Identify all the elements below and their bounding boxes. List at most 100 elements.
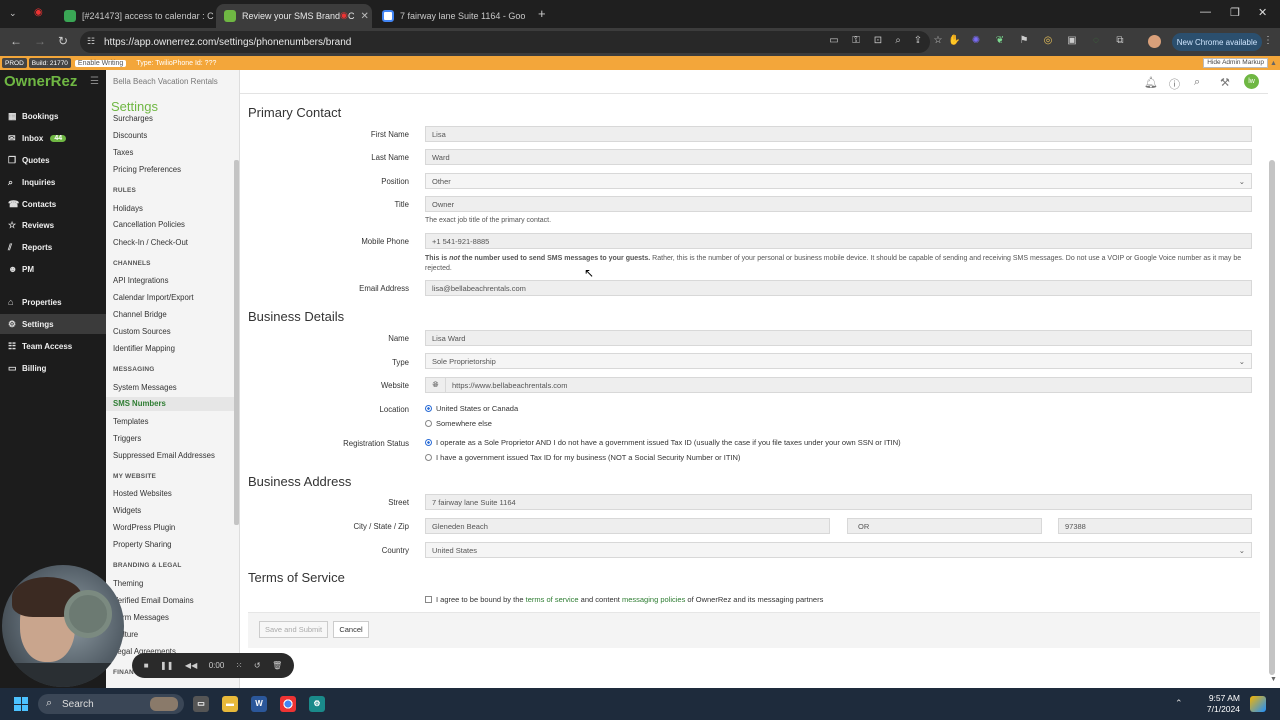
position-select[interactable]: Other ⌄	[425, 173, 1252, 189]
country-select[interactable]: United States ⌄	[425, 542, 1252, 558]
sidebar-scrollbar[interactable]	[234, 160, 239, 525]
tab-search-icon[interactable]: ⌄	[9, 8, 17, 19]
extension-screen-icon[interactable]: ▣	[1066, 35, 1078, 47]
window-close-icon[interactable]: ✕	[1258, 6, 1267, 19]
nav-item-team-access[interactable]: ☷ Team Access	[0, 336, 106, 356]
settings-item-theming[interactable]: Theming	[113, 579, 143, 588]
profile-avatar[interactable]	[1148, 35, 1161, 48]
collapse-menu-icon[interactable]: ☰	[90, 76, 99, 87]
state-field[interactable]: OR	[847, 518, 1042, 534]
nav-item-settings[interactable]: ⚙ Settings	[0, 314, 106, 334]
tray-chevron-icon[interactable]: ⌃	[1175, 698, 1183, 709]
nav-item-billing[interactable]: ▭ Billing	[0, 358, 106, 378]
last-name-field[interactable]: Ward	[425, 149, 1252, 165]
settings-item-property-sharing[interactable]: Property Sharing	[113, 540, 172, 549]
stop-icon[interactable]: ■	[144, 661, 149, 670]
extension-gear-icon[interactable]: ✺	[970, 35, 982, 47]
minimize-icon[interactable]: —	[1200, 6, 1211, 18]
title-field[interactable]: Owner	[425, 196, 1252, 212]
camera-icon[interactable]: ▭	[828, 35, 840, 47]
scroll-up-icon[interactable]: ▲	[1270, 60, 1277, 67]
extension-leaf-icon[interactable]: ❦	[994, 35, 1006, 47]
settings-item-pricing-preferences[interactable]: Pricing Preferences	[113, 165, 181, 174]
enable-writing-button[interactable]: Enable Writing	[74, 59, 127, 67]
nav-item-contacts[interactable]: ☎ Contacts	[0, 194, 106, 214]
reload-icon[interactable]: ↻	[58, 34, 68, 48]
settings-item-identifier-mapping[interactable]: Identifier Mapping	[113, 344, 175, 353]
settings-item-surcharges[interactable]: Surcharges	[113, 114, 153, 123]
tab-helpdesk[interactable]: [#241473] access to calendar : C ✕	[56, 4, 216, 28]
email-field[interactable]: lisa@bellabeachrentals.com	[425, 280, 1252, 296]
settings-item-holidays[interactable]: Holidays	[113, 204, 143, 213]
tos-agree-checkbox[interactable]: I agree to be bound by the terms of serv…	[425, 595, 823, 604]
website-field[interactable]: 🌐︎ https://www.bellabeachrentals.com	[425, 377, 1252, 393]
taskbar-search[interactable]: ⌕ Search	[38, 694, 184, 714]
nav-item-inbox[interactable]: ✉ Inbox 44	[0, 128, 106, 148]
copilot-icon[interactable]	[1250, 696, 1266, 712]
business-name-field[interactable]: Lisa Ward	[425, 330, 1252, 346]
bell-icon[interactable]: 🔔︎	[1144, 76, 1158, 89]
delete-icon[interactable]: 🗑︎	[272, 661, 282, 670]
settings-app-icon[interactable]: ⚙	[309, 696, 325, 712]
scroll-down-icon[interactable]: ▼	[1270, 676, 1277, 683]
settings-item-calendar-import-export[interactable]: Calendar Import/Export	[113, 293, 194, 302]
windows-start-icon[interactable]	[14, 697, 28, 711]
new-tab-icon[interactable]: +	[538, 6, 546, 21]
new-chrome-available-button[interactable]: New Chrome available	[1172, 33, 1262, 51]
street-field[interactable]: 7 fairway lane Suite 1164	[425, 494, 1252, 510]
hide-admin-markup-button[interactable]: Hide Admin Markup	[1203, 58, 1268, 68]
settings-item-api-integrations[interactable]: API Integrations	[113, 276, 168, 285]
settings-item-sms-numbers[interactable]: SMS Numbers	[106, 397, 236, 411]
extension-coin-icon[interactable]: ◎	[1042, 35, 1054, 47]
password-key-icon[interactable]: ⚿	[850, 35, 862, 47]
extensions-puzzle-icon[interactable]: ⧉	[1114, 35, 1126, 47]
word-icon[interactable]: W	[251, 696, 267, 712]
settings-item-check-in-check-out[interactable]: Check-In / Check-Out	[113, 238, 188, 247]
zoom-icon[interactable]: ⌕	[892, 35, 904, 47]
reg-sole-proprietor-radio[interactable]: I operate as a Sole Proprietor AND I do …	[425, 438, 901, 447]
settings-item-widgets[interactable]: Widgets	[113, 506, 141, 515]
forward-icon[interactable]: →	[34, 34, 46, 48]
save-and-submit-button[interactable]: Save and Submit	[259, 621, 328, 638]
task-view-icon[interactable]: ▭	[193, 696, 209, 712]
user-avatar[interactable]: lw	[1244, 74, 1259, 89]
location-elsewhere-radio[interactable]: Somewhere else	[425, 419, 492, 428]
settings-item-system-messages[interactable]: System Messages	[113, 383, 177, 392]
city-field[interactable]: Gleneden Beach	[425, 518, 830, 534]
app-logo[interactable]: OwnerRez	[4, 73, 77, 90]
settings-item-wordpress-plugin[interactable]: WordPress Plugin	[113, 523, 175, 532]
help-icon[interactable]: ⓘ	[1169, 76, 1180, 92]
settings-item-templates[interactable]: Templates	[113, 417, 149, 426]
browser-menu-icon[interactable]: ⋮	[1262, 35, 1274, 47]
settings-item-discounts[interactable]: Discounts	[113, 131, 147, 140]
business-type-select[interactable]: Sole Proprietorship ⌄	[425, 353, 1252, 369]
rewind-icon[interactable]: ◀◀	[185, 661, 197, 670]
settings-item-custom-sources[interactable]: Custom Sources	[113, 327, 171, 336]
close-icon[interactable]: ✕	[361, 11, 369, 22]
restore-icon[interactable]: ❐	[1230, 6, 1240, 19]
first-name-field[interactable]: Lisa	[425, 126, 1252, 142]
settings-item-verified-email-domains[interactable]: Verified Email Domains	[113, 596, 194, 605]
search-icon[interactable]: ⌕	[1194, 76, 1200, 89]
tools-icon[interactable]: ⚒	[1220, 76, 1230, 89]
settings-item-hosted-websites[interactable]: Hosted Websites	[113, 489, 172, 498]
main-scrollbar[interactable]	[1269, 160, 1275, 675]
terms-of-service-link[interactable]: terms of service	[526, 595, 579, 604]
settings-item-cancellation-policies[interactable]: Cancellation Policies	[113, 220, 185, 229]
extension-circle-icon[interactable]: ◌	[1090, 35, 1102, 47]
settings-item-channel-bridge[interactable]: Channel Bridge	[113, 310, 167, 319]
site-info-icon[interactable]: ☷	[87, 36, 95, 47]
taskbar-clock[interactable]: 9:57 AM 7/1/2024	[1200, 693, 1240, 715]
share-icon[interactable]: ⇪	[912, 35, 924, 47]
messaging-policies-link[interactable]: messaging policies	[622, 595, 685, 604]
pause-icon[interactable]: ❚❚	[160, 661, 173, 670]
zip-field[interactable]: 97388	[1058, 518, 1252, 534]
chrome-icon[interactable]	[280, 696, 296, 712]
install-app-icon[interactable]: ⊡	[872, 35, 884, 47]
nav-item-inquiries[interactable]: ⌕ Inquiries	[0, 172, 106, 192]
reg-tax-id-radio[interactable]: I have a government issued Tax ID for my…	[425, 453, 740, 462]
nav-item-reports[interactable]: ⫽ Reports	[0, 237, 106, 257]
file-explorer-icon[interactable]: ▬	[222, 696, 238, 712]
drag-handle-icon[interactable]: ⁙	[236, 661, 243, 670]
extension-flag-icon[interactable]: ⚑	[1018, 35, 1030, 47]
